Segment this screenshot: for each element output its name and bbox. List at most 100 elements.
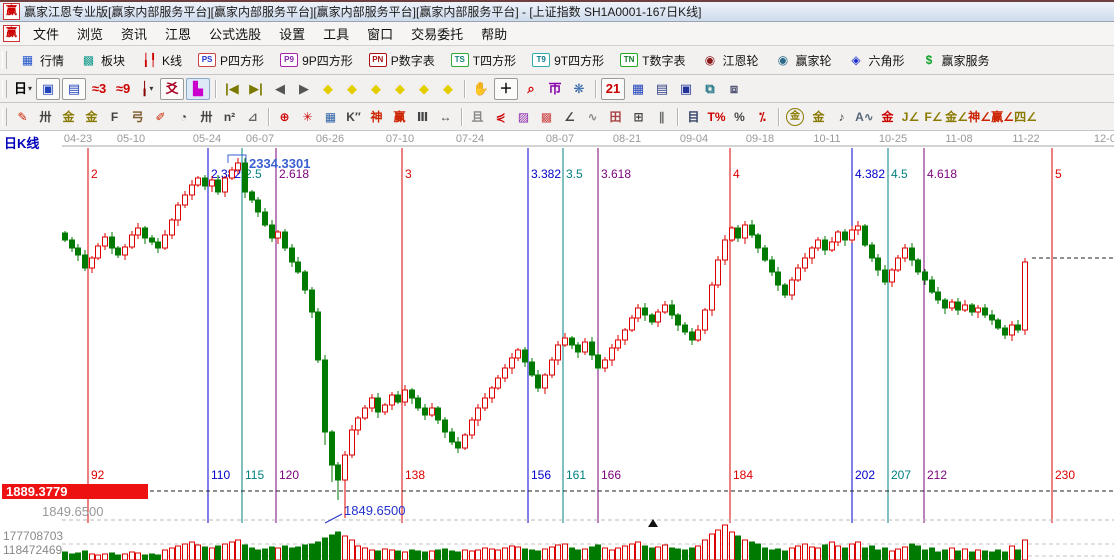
square-web-icon[interactable]: ▦ (320, 107, 341, 127)
f10-info-icon[interactable]: ▤ (62, 78, 86, 100)
menu-item-7[interactable]: 工具 (314, 21, 358, 46)
toolbar-drag-handle[interactable] (2, 80, 7, 98)
percent-icon[interactable]: % (729, 107, 750, 127)
hexagon-button[interactable]: ◈六角形 (841, 49, 912, 72)
winner-wheel-button[interactable]: ◉赢家轮 (767, 49, 838, 72)
toolbar-drag-handle[interactable] (2, 51, 7, 69)
sectors-button[interactable]: ▩板块 (73, 49, 132, 72)
god-angle-icon[interactable]: 神∠ (969, 107, 990, 127)
calculator-icon[interactable]: ▦ (627, 79, 649, 99)
gann-step-right-icon[interactable]: ◆ (341, 79, 363, 99)
menu-item-2[interactable]: 浏览 (68, 21, 112, 46)
gann-step-left-icon[interactable]: ◆ (317, 79, 339, 99)
winner-comb-icon[interactable]: 赢 (389, 107, 410, 127)
market-quotes-button[interactable]: ▦行情 (12, 49, 71, 72)
gold-underline-icon[interactable]: 金 (877, 107, 898, 127)
box-rays-icon[interactable]: ▨ (513, 107, 534, 127)
pen-draw-icon[interactable]: ✎ (12, 107, 33, 127)
percent-retrace-icon[interactable]: T% (706, 107, 727, 127)
pattern-stamp-icon[interactable]: 爻 (160, 78, 184, 100)
n-squared-icon[interactable]: n² (219, 107, 240, 127)
god-comb-icon[interactable]: 神 (366, 107, 387, 127)
zigzag-wave-icon[interactable]: ∿ (582, 107, 603, 127)
target-circle-icon[interactable]: ⊕ (274, 107, 295, 127)
gold-comb-a-icon[interactable]: 金 (58, 107, 79, 127)
gann-expand-icon[interactable]: ◆ (365, 79, 387, 99)
price-ladder-icon[interactable]: 目 (683, 107, 704, 127)
dense-grid-icon[interactable]: 田 (605, 107, 626, 127)
grid-rays-icon[interactable]: ▩ (536, 107, 557, 127)
kline-chart-area[interactable]: 日K线 04-2305-1005-2406-0706-2607-1007-240… (0, 131, 1114, 560)
menu-item-5[interactable]: 公式选股 (200, 21, 270, 46)
gann-fast-right-icon[interactable]: ◆ (413, 79, 435, 99)
save-icon[interactable]: ▣ (675, 79, 697, 99)
menu-item-3[interactable]: 资讯 (112, 21, 156, 46)
winner-angle-icon[interactable]: 赢∠ (992, 107, 1013, 127)
menu-item-1[interactable]: 文件 (24, 21, 68, 46)
gann-pattern-icon[interactable]: 帀 (544, 79, 566, 99)
percent-line-icon[interactable]: ⁒ (752, 107, 773, 127)
next-bar-icon[interactable]: ▶ (293, 79, 315, 99)
p-square-button[interactable]: PSP四方形 (191, 49, 271, 72)
goto-first-icon[interactable]: |◀ (221, 79, 243, 99)
gann-wheel-button[interactable]: ◉江恩轮 (694, 49, 765, 72)
menu-item-9[interactable]: 交易委托 (402, 21, 472, 46)
radial-rays-icon[interactable]: ⋞ (490, 107, 511, 127)
gann-fit-icon[interactable]: ◆ (437, 79, 459, 99)
t-square-button[interactable]: TST四方形 (444, 49, 523, 72)
menu-item-10[interactable]: 帮助 (472, 21, 516, 46)
gold-bands-icon[interactable]: 金 (808, 107, 829, 127)
zoom-query-icon[interactable]: ⌕ (520, 79, 542, 99)
candlestick-chart-svg[interactable]: 04-2305-1005-2406-0706-2607-1007-2408-07… (0, 131, 1114, 560)
t-number-table-button[interactable]: TNT数字表 (613, 49, 692, 72)
color-chart-icon[interactable]: ▙ (186, 78, 210, 100)
winner-service-button[interactable]: $赢家服务 (914, 49, 997, 72)
net-update-icon[interactable]: ⧉ (699, 79, 721, 99)
menu-item-4[interactable]: 江恩 (156, 21, 200, 46)
toolbar-drag-handle[interactable] (2, 108, 7, 126)
gold-circle-icon[interactable]: 金 (786, 108, 804, 126)
cycle-circle-icon[interactable]: ◔ (173, 107, 194, 127)
t9-square-button[interactable]: T99T四方形 (525, 49, 611, 72)
note-pen-icon[interactable]: ♪ (831, 107, 852, 127)
radial-web-icon[interactable]: ✳ (297, 107, 318, 127)
gold-angle-icon[interactable]: 金∠ (946, 107, 967, 127)
comb-grid-icon[interactable]: 卅 (35, 107, 56, 127)
wave-brain-icon[interactable]: ❋ (568, 79, 590, 99)
grid-arrow-icon[interactable]: ⊞ (628, 107, 649, 127)
period-day-button[interactable]: 日▾ (12, 79, 34, 99)
candle-style-button[interactable]: ╽▾ (136, 79, 158, 99)
window-box-icon[interactable]: 且 (467, 107, 488, 127)
goto-last-icon[interactable]: ▶| (245, 79, 267, 99)
trend-arrows-icon[interactable]: ∠ (559, 107, 580, 127)
spiral-comb-icon[interactable]: 弓 (127, 107, 148, 127)
j-angle-icon[interactable]: J∠ (900, 107, 921, 127)
width-measure-icon[interactable]: ↔ (435, 107, 456, 127)
notes-icon[interactable]: ▤ (651, 79, 673, 99)
k-string-icon[interactable]: K″ (343, 107, 364, 127)
pan-hand-icon[interactable]: ✋ (470, 79, 492, 99)
calendar-21-icon[interactable]: 21 (601, 78, 625, 100)
remote-pc-icon[interactable]: ⧈ (723, 79, 745, 99)
p9-square-button[interactable]: P99P四方形 (273, 49, 360, 72)
crosshair-icon[interactable]: ＋ (494, 78, 518, 100)
fib-comb-icon[interactable]: F (104, 107, 125, 127)
parallel-lines-icon[interactable]: ∥ (651, 107, 672, 127)
f-angle-icon[interactable]: F∠ (923, 107, 944, 127)
wave-a-icon[interactable]: A∿ (854, 107, 875, 127)
four-angle-icon[interactable]: 四∠ (1015, 107, 1036, 127)
prev-bar-icon[interactable]: ◀ (269, 79, 291, 99)
menu-item-6[interactable]: 设置 (270, 21, 314, 46)
gold-comb-b-icon[interactable]: 金 (81, 107, 102, 127)
kline-button[interactable]: ╽╿K线 (134, 49, 189, 72)
gann-fast-left-icon[interactable]: ◆ (389, 79, 411, 99)
angle-ruler-icon[interactable]: ⊿ (242, 107, 263, 127)
wave-3-icon[interactable]: ≈3 (88, 79, 110, 99)
comb-plain-icon[interactable]: 卅 (196, 107, 217, 127)
menu-item-8[interactable]: 窗口 (358, 21, 402, 46)
wave-9-icon[interactable]: ≈9 (112, 79, 134, 99)
title-bar[interactable]: 赢 赢家江恩专业版[赢家内部服务平台][赢家内部服务平台][赢家内部服务平台][… (0, 0, 1114, 22)
p-number-table-button[interactable]: PNP数字表 (362, 49, 442, 72)
pen-comb-icon[interactable]: ✐ (150, 107, 171, 127)
number-ruler-icon[interactable]: Ⅲ (412, 107, 433, 127)
